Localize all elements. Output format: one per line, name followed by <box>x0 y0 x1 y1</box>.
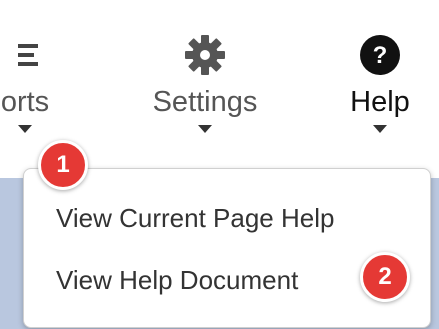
chevron-down-icon <box>373 125 387 133</box>
nav-help-label: Help <box>350 86 410 118</box>
list-icon <box>0 30 70 80</box>
nav-help[interactable]: ? Help <box>335 30 425 133</box>
nav-reports-label: orts <box>0 86 50 118</box>
nav-settings[interactable]: Settings <box>140 30 270 133</box>
svg-text:?: ? <box>373 42 388 69</box>
question-circle-icon: ? <box>335 30 425 80</box>
chevron-down-icon <box>198 125 212 133</box>
menu-item-view-help-document[interactable]: View Help Document <box>56 265 298 296</box>
nav-settings-label: Settings <box>152 86 258 118</box>
step-badge: 1 <box>38 140 88 190</box>
step-badge: 2 <box>360 252 410 302</box>
help-dropdown-menu: View Current Page Help View Help Documen… <box>23 168 431 328</box>
menu-item-view-current-page-help[interactable]: View Current Page Help <box>56 203 334 234</box>
nav-reports[interactable]: orts <box>0 30 70 133</box>
chevron-down-icon <box>18 125 32 133</box>
gear-icon <box>140 30 270 80</box>
